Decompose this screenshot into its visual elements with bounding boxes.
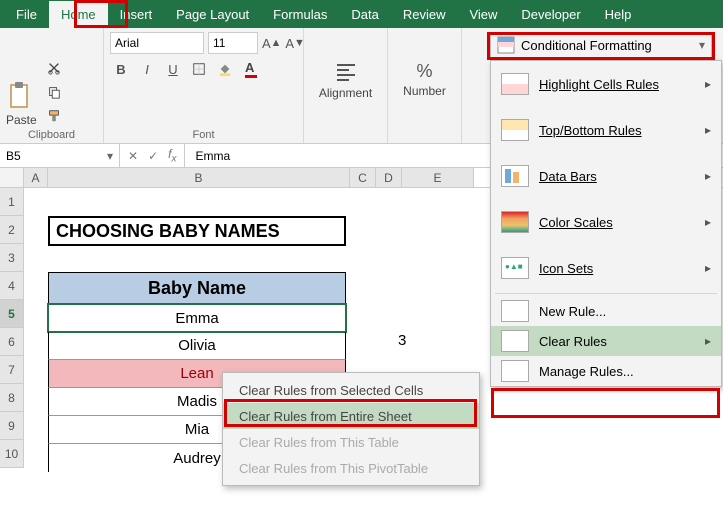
font-size-select[interactable]	[208, 32, 258, 54]
cf-manage-rules[interactable]: Manage Rules...	[491, 356, 721, 386]
alignment-icon[interactable]	[334, 60, 358, 84]
row-header[interactable]: 7	[0, 356, 24, 384]
group-font: A▲ A▼ B I U A Font	[104, 28, 304, 143]
enter-formula-button[interactable]: ✓	[148, 149, 158, 163]
cell-b5[interactable]: Emma	[48, 304, 346, 332]
formula-value: Emma	[195, 149, 230, 163]
paste-label: Paste	[6, 113, 37, 127]
menu-view[interactable]: View	[457, 1, 509, 28]
percent-icon[interactable]: %	[416, 61, 432, 82]
conditional-formatting-icon	[497, 36, 515, 54]
menu-home[interactable]: Home	[49, 1, 108, 28]
clear-rules-submenu: Clear Rules from Selected Cells Clear Ru…	[222, 372, 480, 486]
row-header[interactable]: 5	[0, 300, 24, 328]
icon-sets-icon	[501, 257, 529, 279]
cf-color-scales[interactable]: Color Scales▸	[491, 199, 721, 245]
cf-clear-rules[interactable]: Clear Rules▸	[491, 326, 721, 356]
menu-formulas[interactable]: Formulas	[261, 1, 339, 28]
cell-e6[interactable]: 3	[398, 332, 406, 349]
font-color-button[interactable]: A	[240, 58, 262, 80]
font-name-select[interactable]	[110, 32, 204, 54]
chevron-down-icon: ▾	[699, 38, 705, 52]
group-number: % Number	[388, 28, 462, 143]
clear-rules-icon	[501, 330, 529, 352]
col-header-e[interactable]: E	[402, 168, 474, 187]
chevron-right-icon: ▸	[705, 215, 711, 229]
borders-button[interactable]	[188, 58, 210, 80]
row-headers: 1 2 3 4 5 6 7 8 9 10	[0, 188, 24, 468]
conditional-formatting-label: Conditional Formatting	[521, 38, 652, 53]
chevron-right-icon: ▸	[705, 77, 711, 91]
new-rule-icon	[501, 300, 529, 322]
bold-button[interactable]: B	[110, 58, 132, 80]
name-box-value: B5	[6, 149, 21, 163]
clear-rules-this-table: Clear Rules from This Table	[223, 429, 479, 455]
chevron-right-icon: ▸	[705, 169, 711, 183]
fx-button[interactable]: fx	[168, 147, 176, 164]
cut-button[interactable]	[43, 57, 65, 79]
chevron-right-icon: ▸	[705, 261, 711, 275]
menu-insert[interactable]: Insert	[108, 1, 165, 28]
group-clipboard-label: Clipboard	[6, 127, 97, 141]
italic-button[interactable]: I	[136, 58, 158, 80]
clear-rules-selected-cells[interactable]: Clear Rules from Selected Cells	[223, 377, 479, 403]
color-scales-icon	[501, 211, 529, 233]
formula-buttons: ✕ ✓ fx	[120, 144, 185, 167]
row-header[interactable]: 10	[0, 440, 24, 468]
select-all-corner[interactable]	[0, 168, 24, 187]
decrease-font-button[interactable]: A▼	[285, 32, 304, 54]
name-box[interactable]: B5 ▾	[0, 144, 120, 167]
row-header[interactable]: 9	[0, 412, 24, 440]
group-alignment: Alignment	[304, 28, 388, 143]
row-header[interactable]: 3	[0, 244, 24, 272]
row-header[interactable]: 1	[0, 188, 24, 216]
chevron-right-icon: ▸	[705, 123, 711, 137]
clear-rules-entire-sheet[interactable]: Clear Rules from Entire Sheet	[223, 403, 479, 429]
col-header-a[interactable]: A	[24, 168, 48, 187]
group-clipboard: Paste Clipboard	[0, 28, 104, 143]
cell-title[interactable]: CHOOSING BABY NAMES	[48, 216, 346, 246]
menu-file[interactable]: File	[4, 1, 49, 28]
copy-button[interactable]	[43, 81, 65, 103]
menu-page-layout[interactable]: Page Layout	[164, 1, 261, 28]
cf-top-bottom-rules[interactable]: Top/Bottom Rules▸	[491, 107, 721, 153]
paste-button[interactable]: Paste	[6, 81, 37, 127]
manage-rules-icon	[501, 360, 529, 382]
cf-data-bars[interactable]: Data Bars▸	[491, 153, 721, 199]
cf-new-rule[interactable]: New Rule...	[491, 296, 721, 326]
highlight-cells-icon	[501, 73, 529, 95]
clear-rules-this-pivottable: Clear Rules from This PivotTable	[223, 455, 479, 481]
menu-review[interactable]: Review	[391, 1, 458, 28]
fill-color-button[interactable]	[214, 58, 236, 80]
number-label: Number	[403, 84, 446, 98]
col-header-d[interactable]: D	[376, 168, 402, 187]
chevron-right-icon: ▸	[705, 334, 711, 348]
col-header-c[interactable]: C	[350, 168, 376, 187]
cell-header[interactable]: Baby Name	[48, 272, 346, 304]
row-header[interactable]: 8	[0, 384, 24, 412]
group-font-label: Font	[110, 127, 297, 141]
row-header[interactable]: 6	[0, 328, 24, 356]
alignment-label: Alignment	[319, 86, 372, 100]
chevron-down-icon: ▾	[107, 149, 113, 163]
underline-button[interactable]: U	[162, 58, 184, 80]
paste-icon	[7, 81, 35, 111]
top-bottom-icon	[501, 119, 529, 141]
cancel-formula-button[interactable]: ✕	[128, 149, 138, 163]
format-painter-button[interactable]	[43, 105, 65, 127]
row-header[interactable]: 2	[0, 216, 24, 244]
cf-highlight-cells-rules[interactable]: Highlight Cells Rules▸	[491, 61, 721, 107]
increase-font-button[interactable]: A▲	[262, 32, 281, 54]
menu-data[interactable]: Data	[339, 1, 390, 28]
menu-help[interactable]: Help	[593, 1, 644, 28]
cell-b6[interactable]: Olivia	[48, 332, 346, 360]
conditional-formatting-button[interactable]: Conditional Formatting ▾	[490, 32, 712, 58]
cf-icon-sets[interactable]: Icon Sets▸	[491, 245, 721, 291]
data-bars-icon	[501, 165, 529, 187]
col-header-b[interactable]: B	[48, 168, 350, 187]
conditional-formatting-menu: Highlight Cells Rules▸ Top/Bottom Rules▸…	[490, 60, 722, 387]
menu-bar: File Home Insert Page Layout Formulas Da…	[0, 0, 723, 28]
row-header[interactable]: 4	[0, 272, 24, 300]
menu-developer[interactable]: Developer	[509, 1, 592, 28]
